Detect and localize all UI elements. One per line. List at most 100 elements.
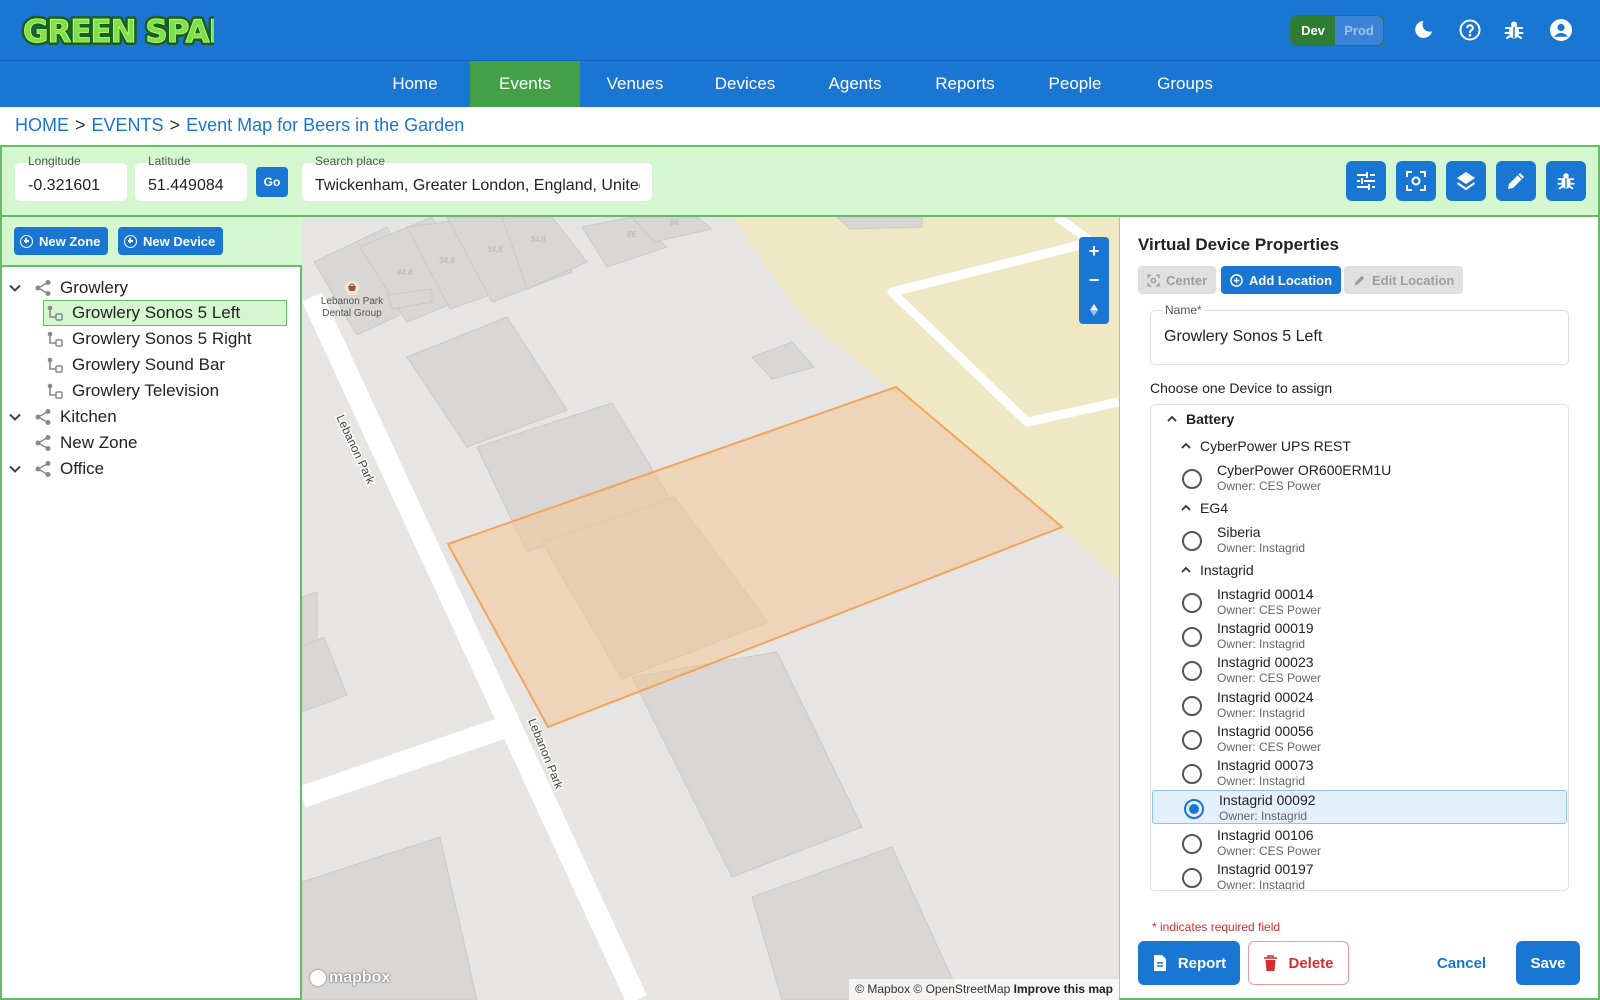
tree-device-growlery-sonos-5-right[interactable]: Growlery Sonos 5 Right [46,326,252,352]
device-option[interactable]: Instagrid 00073 Owner: Instagrid [1151,756,1568,790]
radio-button[interactable] [1182,868,1202,888]
environment-toggle[interactable]: Dev Prod [1290,15,1384,46]
new-device-button[interactable]: New Device [118,227,224,255]
mapbox-logo[interactable]: mapbox [310,969,390,987]
tree-zone-growlery[interactable]: Growlery [8,275,128,301]
tree-device-growlery-sonos-5-left[interactable]: Growlery Sonos 5 Left [43,300,287,326]
env-dev-option[interactable]: Dev [1291,16,1335,45]
layers-button[interactable] [1446,161,1486,201]
attribution-text[interactable]: © Mapbox © OpenStreetMap [855,982,1010,996]
device-option[interactable]: Instagrid 00024 Owner: Instagrid [1151,688,1568,722]
tree-device-growlery-television[interactable]: Growlery Television [46,378,219,404]
green-sparks-logo[interactable]: GREEN SPARKS GREEN SPARKS [20,10,214,50]
dental-poi-marker[interactable] [345,281,359,295]
breadcrumb-home[interactable]: HOME [15,115,69,135]
group-eg4[interactable]: EG4 [1180,500,1228,516]
device-option[interactable]: Siberia Owner: Instagrid [1151,523,1568,557]
group-battery[interactable]: Battery [1166,411,1234,427]
improve-map-link[interactable]: Improve this map [1014,982,1113,996]
radio-button[interactable] [1182,696,1202,716]
new-zone-button[interactable]: New Zone [14,227,109,255]
longitude-value[interactable]: -0.321601 [28,177,115,195]
go-button[interactable]: Go [256,167,288,197]
nav-reports[interactable]: Reports [910,61,1020,107]
save-button[interactable]: Save [1516,941,1580,985]
new-device-label: New Device [143,233,216,249]
delete-button[interactable]: Delete [1248,941,1349,985]
breadcrumb-current[interactable]: Event Map for Beers in the Garden [186,115,464,135]
device-option[interactable]: Instagrid 00014 Owner: CES Power [1151,585,1568,619]
report-button[interactable]: Report [1138,941,1240,985]
chevron-up-icon[interactable] [1166,413,1178,425]
focus-button[interactable] [1396,161,1436,201]
nav-people[interactable]: People [1020,61,1130,107]
nav-events[interactable]: Events [470,61,580,107]
latitude-value[interactable]: 51.449084 [148,177,235,195]
chevron-down-icon[interactable] [8,281,22,295]
env-prod-option[interactable]: Prod [1335,16,1383,45]
radio-button[interactable] [1182,531,1202,551]
moon-icon[interactable] [1411,18,1435,42]
nav-venues[interactable]: Venues [580,61,690,107]
center-button[interactable]: Center [1138,266,1217,294]
device-option[interactable]: Instagrid 00056 Owner: CES Power [1151,722,1568,756]
name-value[interactable]: Growlery Sonos 5 Left [1164,328,1322,346]
device-name: CyberPower OR600ERM1U [1217,462,1392,478]
radio-button-checked[interactable] [1184,799,1204,819]
nav-groups[interactable]: Groups [1130,61,1240,107]
group-cyberpower-ups-rest[interactable]: CyberPower UPS REST [1180,438,1351,454]
radio-button[interactable] [1182,627,1202,647]
device-assign-list[interactable]: Battery CyberPower UPS REST CyberPower O… [1150,404,1569,891]
edit-button[interactable] [1496,161,1536,201]
chevron-up-icon[interactable] [1180,564,1192,576]
debug-button[interactable] [1546,161,1586,201]
tree-zone-office[interactable]: Office [8,456,104,482]
cancel-button[interactable]: Cancel [1429,941,1494,985]
longitude-field[interactable]: Longitude -0.321601 [15,154,127,201]
zoom-out-button[interactable]: − [1079,266,1109,295]
name-field[interactable]: Name* Growlery Sonos 5 Left [1150,303,1569,365]
help-icon[interactable] [1458,18,1482,42]
latitude-field[interactable]: Latitude 51.449084 [135,154,247,201]
zoom-in-button[interactable]: + [1079,237,1109,266]
breadcrumb-events[interactable]: EVENTS [92,115,164,135]
tree-device-growlery-sound-bar[interactable]: Growlery Sound Bar [46,352,225,378]
radio-button[interactable] [1182,469,1202,489]
device-option[interactable]: Instagrid 00106 Owner: CES Power [1151,826,1568,860]
nav-devices[interactable]: Devices [690,61,800,107]
chevron-down-icon[interactable] [8,462,22,476]
event-map[interactable]: Lebanon Park Dental Group 44,8 34,8 34,8… [302,217,1119,1000]
radio-button[interactable] [1182,730,1202,750]
device-owner: Owner: CES Power [1217,479,1322,493]
radio-button[interactable] [1182,661,1202,681]
compass-button[interactable] [1079,295,1109,324]
device-option-selected[interactable]: Instagrid 00092 Owner: Instagrid [1152,790,1567,824]
map-settings-button[interactable] [1346,161,1386,201]
device-option[interactable]: CyberPower OR600ERM1U Owner: CES Power [1151,461,1568,495]
group-instagrid[interactable]: Instagrid [1180,562,1254,578]
chevron-up-icon[interactable] [1180,502,1192,514]
device-option[interactable]: Instagrid 00019 Owner: Instagrid [1151,619,1568,653]
bug-icon[interactable] [1502,18,1526,42]
device-option[interactable]: Instagrid 00023 Owner: CES Power [1151,653,1568,687]
tree-label: Growlery [60,278,129,297]
tree-zone-kitchen[interactable]: Kitchen [8,404,117,430]
edit-location-button[interactable]: Edit Location [1344,266,1464,294]
search-place-field[interactable]: Search place Twickenham, Greater London,… [302,154,652,201]
nav-home[interactable]: Home [360,61,470,107]
zone-tree-panel: New Zone New Device Growlery Growlery So… [0,217,302,1000]
device-option[interactable]: Instagrid 00197 Owner: Instagrid [1151,860,1568,890]
nav-agents[interactable]: Agents [800,61,910,107]
radio-button[interactable] [1182,764,1202,784]
search-place-value[interactable]: Twickenham, Greater London, England, Uni… [315,177,640,195]
add-location-button[interactable]: Add Location [1221,266,1342,294]
map-canvas[interactable]: Lebanon Park Dental Group 44,8 34,8 34,8… [302,217,1119,1000]
chevron-up-icon[interactable] [1180,440,1192,452]
radio-button[interactable] [1182,834,1202,854]
radio-button[interactable] [1182,593,1202,613]
name-label-text: Name [1165,303,1198,317]
house-number: 86 [670,218,679,227]
chevron-down-icon[interactable] [8,410,22,424]
tree-zone-new-zone[interactable]: New Zone [34,430,137,456]
account-icon[interactable] [1549,18,1573,42]
